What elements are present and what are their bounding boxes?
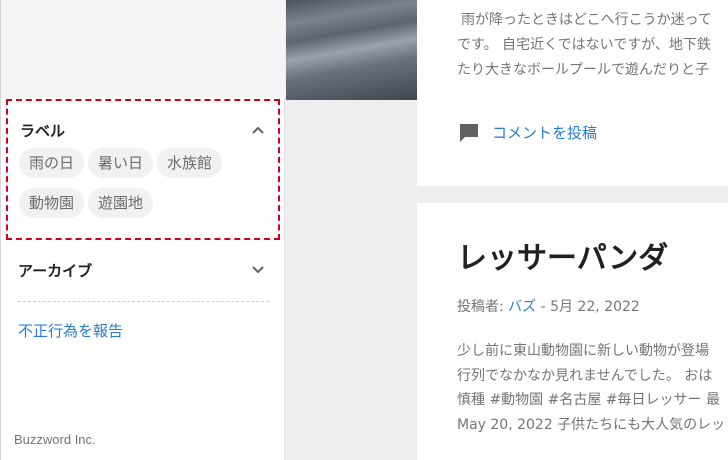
post-card: レッサーパンダ 投稿者: バズ - 5月 22, 2022 少し前に東山動物園に… <box>417 203 728 460</box>
post-excerpt-line: 少し前に東山動物園に新しい動物が登場 <box>457 343 709 359</box>
post-excerpt-line: May 20, 2022 子供たちにも大人気のレッ <box>457 416 726 433</box>
post-snippet-line: です。 自宅近くではないですが、地下鉄 <box>457 37 711 53</box>
divider <box>18 301 269 302</box>
post-snippet-line: たり大きなボールプールで遊んだりと子 <box>457 62 709 78</box>
sidebar: ラベル 雨の日 暑い日 水族館動物園 遊園地 アーカイブ 不正行為を報告 Buzzwo… <box>0 0 285 460</box>
post-author-prefix: 投稿者: <box>457 299 509 315</box>
post-image[interactable] <box>286 0 417 100</box>
footer-brand: Buzzword Inc. <box>14 432 96 447</box>
post-title[interactable]: レッサーパンダ <box>457 233 668 277</box>
label-chip[interactable]: 動物園 <box>19 188 85 218</box>
post-excerpt-line: 慎種 #動物園 #名古屋 #毎日レッサー 最 <box>457 392 720 408</box>
label-chip[interactable]: 雨の日 <box>19 148 85 178</box>
post-meta-separator: - <box>536 299 551 315</box>
comment-icon <box>460 124 478 142</box>
label-chip[interactable]: 水族館 <box>157 148 223 178</box>
report-abuse-link[interactable]: 不正行為を報告 <box>18 320 123 341</box>
chevron-up-icon[interactable] <box>251 125 265 135</box>
comment-link-label[interactable]: コメントを投稿 <box>492 122 597 143</box>
labels-widget-title[interactable]: ラベル <box>20 120 65 141</box>
label-chip[interactable]: 遊園地 <box>88 188 154 218</box>
post-snippet-line: 雨が降ったときはどこへ行こうか迷って <box>461 12 712 28</box>
post-meta: 投稿者: バズ - 5月 22, 2022 <box>457 296 640 316</box>
post-excerpt: 少し前に東山動物園に新しい動物が登場 行列でなかなか見れませんでした。 おは 慎… <box>457 339 728 437</box>
archive-widget-title[interactable]: アーカイブ <box>18 260 92 281</box>
post-excerpt-line: 行列でなかなか見れませんでした。 おは <box>457 367 713 384</box>
sidebar-top-area <box>1 0 285 98</box>
chevron-down-icon[interactable] <box>251 265 265 275</box>
post-author-link[interactable]: バズ <box>508 299 536 315</box>
labels-widget: ラベル 雨の日 暑い日 水族館動物園 遊園地 <box>6 99 280 240</box>
label-chips: 雨の日 暑い日 水族館動物園 遊園地 <box>19 148 269 228</box>
post-card: 雨が降ったときはどこへ行こうか迷って です。 自宅近くではないですが、地下鉄 た… <box>417 0 728 186</box>
label-chip[interactable]: 暑い日 <box>88 148 154 178</box>
post-date[interactable]: 5月 22, 2022 <box>550 299 640 315</box>
